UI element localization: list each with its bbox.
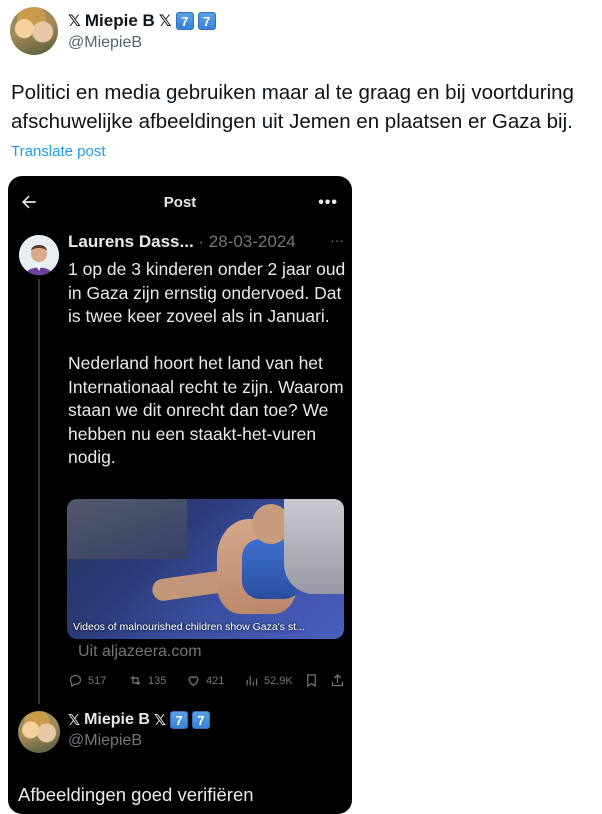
x-logo-icon: 𝕏 [158, 13, 172, 30]
translate-post-link[interactable]: Translate post [11, 143, 106, 160]
quoted-post-date: · 28-03-2024 [198, 232, 296, 251]
x-logo-icon: 𝕏 [68, 712, 81, 729]
reply-bubble-icon [69, 674, 82, 688]
author-handle[interactable]: @MiepieB [68, 34, 142, 52]
view-count: 52,9K [264, 674, 293, 687]
thread-connector-line [38, 279, 40, 704]
keycap-seven-emoji-icon: 7 [175, 12, 194, 30]
reply-author-handle: @MiepieB [68, 732, 143, 749]
author-name-row[interactable]: 𝕏 Miepie B 𝕏 7 7 [68, 10, 216, 32]
quoted-author-row: Laurens Dass... · 28-03-2024 [68, 232, 296, 252]
keycap-seven-emoji-icon: 7 [191, 711, 210, 729]
screenshot-page-title: Post [163, 194, 197, 211]
reply-action: 517 [68, 673, 106, 688]
quoted-author-avatar [19, 235, 59, 275]
person-portrait-icon [19, 235, 59, 275]
bookmark-icon [307, 674, 316, 688]
avatar[interactable] [10, 7, 58, 55]
heart-icon [188, 676, 199, 687]
reply-author-name: Miepie B [84, 711, 150, 728]
reply-text: Afbeeldingen goed verifiëren [18, 784, 254, 805]
x-logo-icon: 𝕏 [153, 712, 166, 729]
keycap-seven-emoji-icon: 7 [197, 12, 216, 30]
like-action: 421 [186, 673, 224, 688]
quoted-post-text: 1 op de 3 kinderen onder 2 jaar oud in G… [68, 259, 346, 467]
like-count: 421 [206, 674, 225, 687]
embedded-screenshot-image[interactable]: Post ••• Laurens Dass... · 28-03-2024 ··… [8, 176, 352, 814]
reply-author-row: 𝕏 Miepie B 𝕏 7 7 [68, 710, 210, 730]
views-action: 52,9K [244, 673, 293, 688]
quoted-post-media-image: Videos of malnourished children show Gaz… [67, 499, 344, 639]
reply-count: 517 [88, 674, 107, 687]
screenshot-header: Post ••• [8, 176, 352, 228]
more-options-icon: ••• [318, 194, 338, 211]
views-bar-chart-icon [246, 676, 258, 686]
quoted-author-name: Laurens Dass... [68, 232, 194, 251]
keycap-seven-emoji-icon: 7 [169, 711, 188, 729]
post-action-bar: 517 135 421 52,9K [68, 673, 350, 693]
share-action [330, 673, 345, 688]
author-display-name[interactable]: Miepie B [85, 11, 155, 31]
repost-icon [130, 675, 141, 686]
post-text: Politici en media gebruiken maar al te g… [11, 81, 574, 133]
media-shape [67, 499, 187, 559]
repost-count: 135 [148, 674, 167, 687]
x-logo-icon: 𝕏 [68, 13, 81, 30]
media-caption: Videos of malnourished children show Gaz… [73, 621, 305, 633]
share-icon [331, 673, 344, 687]
bookmark-action [304, 673, 319, 688]
reply-author-avatar [18, 711, 60, 753]
repost-action: 135 [128, 673, 166, 688]
quoted-more-icon: ··· [330, 232, 344, 248]
link-source: Uit aljazeera.com [78, 643, 202, 660]
media-shape [284, 499, 344, 594]
